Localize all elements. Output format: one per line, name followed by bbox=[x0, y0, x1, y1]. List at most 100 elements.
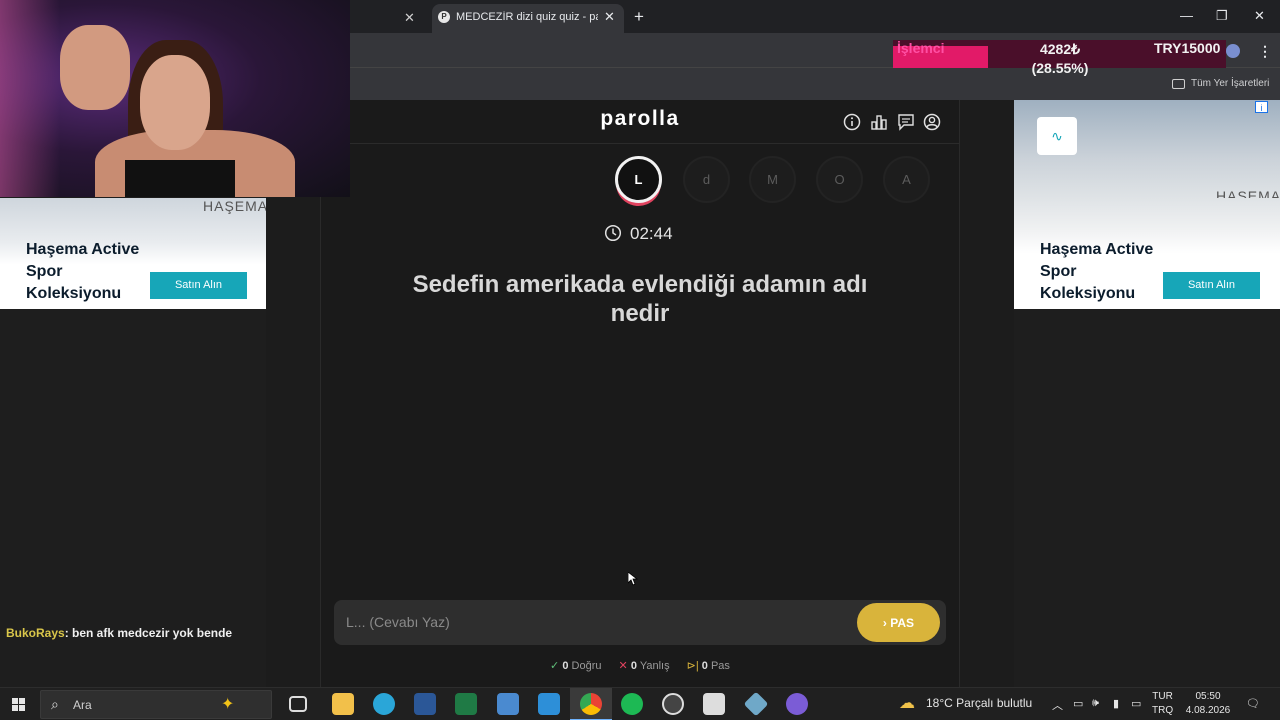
webcam-feed bbox=[0, 0, 350, 197]
letter-circle-a: A bbox=[883, 156, 930, 203]
weather-icon: ☁ bbox=[899, 695, 915, 712]
mouse-cursor-icon bbox=[628, 572, 638, 586]
tab-title: MEDCEZİR dizi quiz quiz - parolla bbox=[456, 11, 598, 23]
pass-button[interactable]: › PAS bbox=[857, 603, 940, 642]
parolla-logo[interactable]: parolla bbox=[540, 107, 740, 131]
input-language[interactable]: TUR TRQ bbox=[1152, 690, 1173, 718]
search-placeholder: Ara bbox=[73, 698, 92, 712]
browser-menu-icon[interactable]: ⋮ bbox=[1258, 43, 1272, 60]
account-icon[interactable] bbox=[923, 113, 941, 131]
header-divider bbox=[320, 143, 960, 144]
ad-title[interactable]: Haşema Active Spor Koleksiyonu bbox=[1040, 239, 1170, 305]
tab-active[interactable]: P MEDCEZİR dizi quiz quiz - parolla ✕ bbox=[432, 4, 624, 33]
word-icon[interactable] bbox=[414, 693, 436, 715]
excel-icon[interactable] bbox=[455, 693, 477, 715]
calculator-icon[interactable] bbox=[497, 693, 519, 715]
correct-stat: ✓ 0 Doğru bbox=[550, 659, 601, 672]
notifications-icon[interactable]: 🗨 bbox=[1246, 697, 1260, 710]
edge-icon[interactable] bbox=[373, 693, 395, 715]
webcam-light bbox=[0, 0, 60, 197]
windows-start-icon[interactable] bbox=[12, 698, 26, 712]
store-icon[interactable] bbox=[538, 693, 560, 715]
stats-icon[interactable] bbox=[870, 113, 888, 131]
tab-previous[interactable]: ✕ bbox=[350, 4, 430, 33]
hasema-logo-icon: ∿ bbox=[1037, 117, 1077, 155]
all-bookmarks-link[interactable]: Tüm Yer İşaretleri bbox=[1191, 78, 1269, 89]
tray-chevron-icon[interactable]: ︿ bbox=[1052, 697, 1063, 713]
chat-message: BukoRays: ben afk medcezir yok bende bbox=[6, 626, 232, 640]
pass-label: Pas bbox=[710, 660, 730, 672]
chrome-icon[interactable] bbox=[570, 693, 612, 720]
discord-icon[interactable] bbox=[786, 693, 808, 715]
comments-icon[interactable] bbox=[897, 113, 915, 131]
close-tab-icon[interactable]: ✕ bbox=[404, 10, 415, 26]
clock-time: 05:50 bbox=[1195, 691, 1221, 702]
pass-button-label: PAS bbox=[890, 615, 915, 630]
close-tab-icon[interactable]: ✕ bbox=[604, 9, 615, 25]
letter-circle-d: d bbox=[683, 156, 730, 203]
close-window-icon[interactable]: ✕ bbox=[1254, 8, 1265, 24]
parolla-favicon-icon: P bbox=[438, 11, 450, 23]
ad-info-icon[interactable]: i bbox=[1255, 101, 1268, 113]
pass-stat: ⊳| 0 Pas bbox=[687, 659, 730, 672]
screen: ✕ P MEDCEZİR dizi quiz quiz - parolla ✕ … bbox=[0, 0, 1280, 720]
overlay-avatar-icon bbox=[1226, 44, 1240, 58]
webcam-person-hand bbox=[60, 25, 130, 110]
network-icon[interactable]: ▭ bbox=[1131, 697, 1141, 710]
wrong-count: 0 bbox=[630, 660, 637, 672]
search-icon: ⌕ bbox=[51, 696, 59, 712]
taskbar-search[interactable]: ⌕ Ara ✦ bbox=[40, 690, 272, 719]
cpu-amount: 4282₺ bbox=[1039, 41, 1081, 57]
check-icon: ✓ bbox=[550, 660, 560, 672]
bookmarks-bar: Tüm Yer İşaretleri bbox=[350, 67, 1280, 100]
microphone-icon[interactable]: ▮ bbox=[1113, 697, 1119, 710]
correct-count: 0 bbox=[562, 660, 569, 672]
lang-primary: TUR bbox=[1152, 691, 1173, 702]
maximize-icon[interactable]: ❐ bbox=[1216, 8, 1228, 24]
chat-username: BukoRays bbox=[6, 626, 65, 640]
obs-icon[interactable] bbox=[662, 693, 684, 715]
file-explorer-icon[interactable] bbox=[332, 693, 354, 715]
wrong-label: Yanlış bbox=[639, 660, 670, 672]
app-icon[interactable] bbox=[703, 693, 725, 715]
letter-circle-l: L bbox=[615, 156, 662, 203]
skip-icon: ⊳| bbox=[686, 660, 699, 672]
question-text: Sedefin amerikada evlendiği adamın adı n… bbox=[412, 271, 868, 327]
cross-icon: ✕ bbox=[618, 660, 628, 672]
answer-input[interactable] bbox=[346, 611, 846, 633]
ad-buy-button[interactable]: Satın Alın bbox=[1163, 272, 1260, 299]
ad-brand: HAŞEMA bbox=[1216, 188, 1280, 198]
letter-circle-m: M bbox=[749, 156, 796, 203]
cpu-value: 4282₺ (28.55%) bbox=[1015, 40, 1105, 78]
correct-label: Doğru bbox=[571, 660, 602, 672]
letter-circle-o: O bbox=[816, 156, 863, 203]
answer-box: › PAS bbox=[334, 600, 946, 645]
timer-value: 02:44 bbox=[630, 224, 673, 243]
cpu-overlay: İşlemci 4282₺ (28.55%) TRY15000 bbox=[893, 40, 1226, 76]
spotify-icon[interactable] bbox=[621, 693, 643, 715]
sparkle-icon: ✦ bbox=[221, 696, 235, 713]
cpu-percent: (28.55%) bbox=[1031, 60, 1089, 76]
volume-icon[interactable]: 🕪 bbox=[1092, 697, 1099, 710]
ad-buy-button[interactable]: Satın Alın bbox=[150, 272, 247, 299]
minimize-icon[interactable]: — bbox=[1180, 8, 1193, 23]
browser-tab-bar: ✕ P MEDCEZİR dizi quiz quiz - parolla ✕ … bbox=[350, 0, 1280, 33]
taskbar: ⌕ Ara ✦ ☁ 18°C Parçalı bulutlu ︿ ▭ 🕪 ▮ ▭… bbox=[0, 687, 1280, 720]
clock[interactable]: 05:50 4.08.2026 bbox=[1184, 690, 1232, 718]
new-tab-icon[interactable]: + bbox=[634, 7, 644, 27]
battery-icon[interactable]: ▭ bbox=[1073, 697, 1083, 710]
ad-title[interactable]: Haşema Active Spor Koleksiyonu bbox=[26, 239, 156, 305]
cpu-money: TRY15000 bbox=[1154, 40, 1221, 56]
clock-date: 4.08.2026 bbox=[1185, 705, 1231, 716]
weather-text[interactable]: 18°C Parçalı bulutlu bbox=[926, 696, 1032, 710]
pass-count: 0 bbox=[701, 660, 708, 672]
score-stats: ✓ 0 Doğru ✕ 0 Yanlış ⊳| 0 Pas bbox=[320, 659, 960, 672]
info-icon[interactable] bbox=[843, 113, 861, 131]
clock-icon bbox=[604, 224, 622, 242]
webcam-person-face bbox=[140, 55, 210, 150]
ad-brand: HAŞEMA bbox=[203, 198, 266, 214]
webcam-person-top bbox=[125, 160, 235, 197]
app-2-icon[interactable] bbox=[743, 691, 769, 717]
wrong-stat: ✕ 0 Yanlış bbox=[619, 659, 670, 672]
task-view-icon[interactable] bbox=[289, 696, 307, 712]
